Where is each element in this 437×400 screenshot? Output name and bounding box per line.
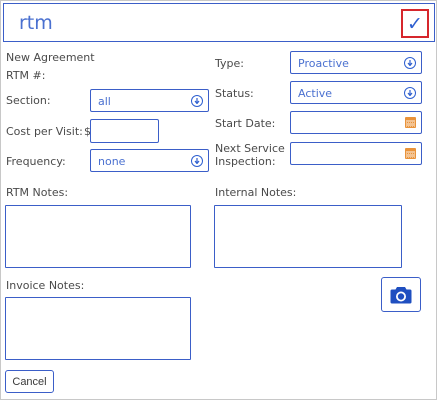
internal-notes-textarea[interactable] (214, 205, 402, 268)
title-bar: rtm ✓ (3, 3, 435, 42)
rtm-number-label: RTM #: (6, 69, 46, 82)
section-value: all (98, 95, 111, 108)
type-select[interactable]: Proactive (290, 51, 422, 74)
chevron-down-icon (191, 155, 203, 167)
frequency-label: Frequency: (6, 155, 66, 168)
chevron-down-icon (191, 95, 203, 107)
status-select[interactable]: Active (290, 81, 422, 104)
chevron-down-icon (404, 57, 416, 69)
calendar-icon[interactable] (405, 117, 416, 128)
cost-per-visit-label: Cost per Visit: (6, 125, 83, 138)
checkmark-icon: ✓ (407, 12, 423, 35)
chevron-down-icon (404, 87, 416, 99)
dialog: rtm ✓ New Agreement RTM #: Section: all … (0, 0, 437, 400)
next-service-label: Next Service Inspection: (215, 142, 285, 168)
section-select[interactable]: all (90, 89, 209, 112)
page-title: rtm (19, 12, 53, 34)
cancel-button[interactable]: Cancel (5, 370, 54, 393)
type-value: Proactive (298, 57, 349, 70)
rtm-notes-textarea[interactable] (5, 205, 191, 268)
type-label: Type: (215, 57, 244, 70)
frequency-value: none (98, 155, 126, 168)
form-heading: New Agreement (6, 51, 95, 64)
confirm-button[interactable]: ✓ (401, 9, 429, 38)
camera-button[interactable] (381, 277, 421, 312)
cost-per-visit-input[interactable] (90, 119, 159, 143)
camera-icon (390, 286, 412, 303)
calendar-icon[interactable] (405, 148, 416, 159)
status-value: Active (298, 87, 333, 100)
start-date-input[interactable] (290, 111, 422, 134)
rtm-notes-label: RTM Notes: (6, 186, 69, 199)
section-label: Section: (6, 94, 51, 107)
frequency-select[interactable]: none (90, 149, 209, 172)
next-service-input[interactable] (290, 142, 422, 165)
internal-notes-label: Internal Notes: (215, 186, 297, 199)
status-label: Status: (215, 87, 254, 100)
invoice-notes-label: Invoice Notes: (6, 279, 85, 292)
start-date-label: Start Date: (215, 117, 276, 130)
invoice-notes-textarea[interactable] (5, 297, 191, 360)
